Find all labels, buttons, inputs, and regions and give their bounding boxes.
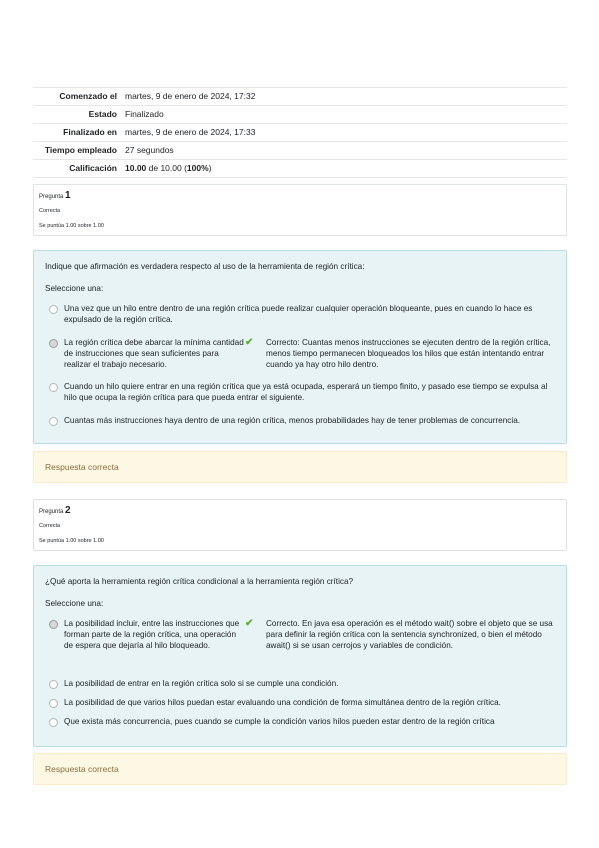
answer-option-text: La posibilidad incluir, entre las instru…	[64, 619, 240, 650]
answer-option[interactable]: La posibilidad de que varios hilos pueda…	[49, 697, 564, 708]
summary-row-finished: Finalizado en martes, 9 de enero de 2024…	[33, 123, 567, 141]
question-2-info: Pregunta 2 Correcta Se puntúa 1.00 sobre…	[33, 499, 567, 551]
question-text: ¿Qué aporta la herramienta región crític…	[45, 577, 354, 586]
answer-option-text: La posibilidad de que varios hilos pueda…	[64, 698, 501, 707]
question-number: Pregunta 2	[39, 505, 71, 516]
summary-value: 27 segundos	[125, 145, 174, 155]
answer-option-text: Cuando un hilo quiere entrar en una regi…	[64, 382, 548, 402]
answer-option-text: Que exista más concurrencia, pues cuando…	[64, 717, 495, 726]
attempt-summary-table: Comenzado el martes, 9 de enero de 2024,…	[33, 87, 567, 178]
summary-row-grade: Calificación 10.00 de 10.00 (100%)	[33, 159, 567, 178]
question-1-outcome: Respuesta correcta	[33, 451, 567, 483]
radio-icon[interactable]	[49, 417, 58, 426]
question-text: Indique que afirmación es verdadera resp…	[45, 262, 365, 271]
answer-prompt: Seleccione una:	[45, 599, 104, 608]
answer-prompt: Seleccione una:	[45, 284, 104, 293]
answer-option-selected[interactable]: La posibilidad incluir, entre las instru…	[49, 618, 244, 651]
summary-label: Tiempo empleado	[44, 145, 117, 155]
question-label: Pregunta	[39, 194, 64, 200]
answer-option[interactable]: Cuando un hilo quiere entrar en una regi…	[49, 381, 549, 403]
answer-option-selected[interactable]: La región crítica debe abarcar la mínima…	[49, 337, 244, 370]
radio-icon[interactable]	[49, 680, 58, 689]
check-icon: ✔	[245, 337, 254, 348]
answer-option-text: Una vez que un hilo entre dentro de una …	[64, 304, 533, 324]
answer-feedback: Correcto: Cuantas menos instrucciones se…	[266, 338, 551, 369]
summary-value: martes, 9 de enero de 2024, 17:32	[125, 91, 256, 101]
grade-close: )	[208, 163, 212, 173]
answer-feedback: Correcto. En java esa operación es el mé…	[266, 619, 553, 650]
summary-value: 10.00 de 10.00 (100%)	[125, 163, 567, 174]
summary-row-started: Comenzado el martes, 9 de enero de 2024,…	[33, 87, 567, 105]
answer-option-text: Cuantas más instrucciones haya dentro de…	[64, 416, 521, 425]
radio-icon[interactable]	[49, 383, 58, 392]
question-state: Correcta	[39, 208, 61, 214]
question-1-info: Pregunta 1 Correcta Se puntúa 1.00 sobre…	[33, 184, 567, 236]
radio-selected-icon[interactable]	[49, 620, 58, 629]
question-2-formulation: ¿Qué aporta la herramienta región crític…	[33, 565, 567, 747]
answer-option[interactable]: La posibilidad de entrar en la región cr…	[49, 678, 549, 689]
summary-label: Calificación	[69, 163, 117, 173]
radio-icon[interactable]	[49, 699, 58, 708]
outcome-text: Respuesta correcta	[45, 764, 119, 774]
answer-option[interactable]: Una vez que un hilo entre dentro de una …	[49, 303, 549, 325]
summary-row-state: Estado Finalizado	[33, 105, 567, 123]
radio-icon[interactable]	[49, 305, 58, 314]
summary-label: Finalizado en	[63, 127, 117, 137]
question-number-value: 1	[65, 190, 71, 201]
summary-label: Comenzado el	[59, 91, 117, 101]
question-2-outcome: Respuesta correcta	[33, 753, 567, 785]
grade-max: de 10.00 (	[146, 163, 187, 173]
summary-label: Estado	[88, 109, 117, 119]
question-grade: Se puntúa 1.00 sobre 1.00	[39, 538, 104, 544]
answer-option-text: La región crítica debe abarcar la mínima…	[64, 338, 244, 369]
answer-option-text: La posibilidad de entrar en la región cr…	[64, 679, 339, 688]
question-1-formulation: Indique que afirmación es verdadera resp…	[33, 250, 567, 444]
grade-percent: 100%	[186, 163, 209, 173]
summary-value: martes, 9 de enero de 2024, 17:33	[125, 127, 256, 137]
summary-value: Finalizado	[125, 109, 164, 119]
question-grade: Se puntúa 1.00 sobre 1.00	[39, 223, 104, 229]
question-label: Pregunta	[39, 509, 64, 515]
check-icon: ✔	[245, 618, 254, 629]
outcome-text: Respuesta correcta	[45, 462, 119, 472]
question-number-value: 2	[65, 505, 71, 516]
radio-icon[interactable]	[49, 718, 58, 727]
question-number: Pregunta 1	[39, 190, 71, 201]
answer-option[interactable]: Cuantas más instrucciones haya dentro de…	[49, 415, 564, 426]
summary-row-time: Tiempo empleado 27 segundos	[33, 141, 567, 159]
grade-score: 10.00	[125, 163, 147, 173]
radio-selected-icon[interactable]	[49, 339, 58, 348]
question-state: Correcta	[39, 523, 61, 529]
answer-option[interactable]: Que exista más concurrencia, pues cuando…	[49, 716, 564, 727]
